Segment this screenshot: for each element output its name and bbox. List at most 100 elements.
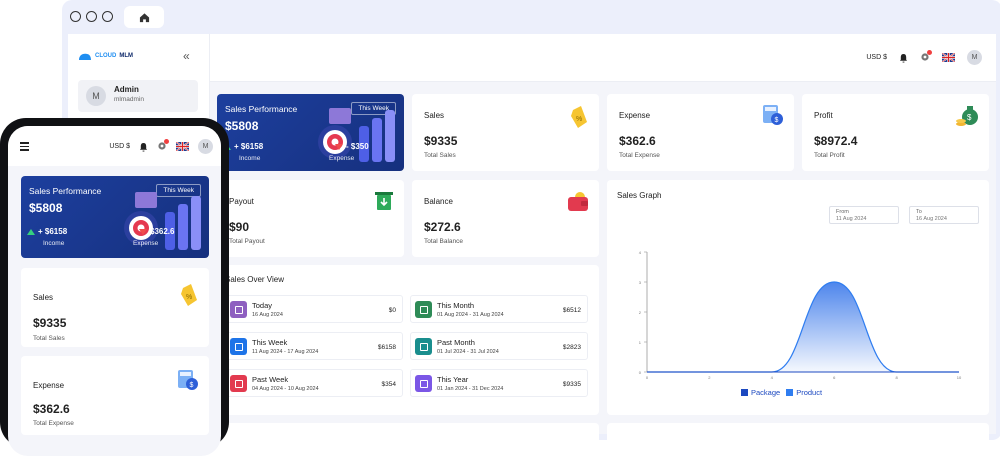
logo-text-mlm: MLM <box>119 53 134 59</box>
window-minimize-dot[interactable] <box>86 11 97 22</box>
phone-expense-sub: Total Expense <box>33 420 74 427</box>
overview-item-name: This Year <box>437 375 469 384</box>
overview-item-date: 01 Aug 2024 - 31 Aug 2024 <box>437 312 504 318</box>
overview-item-date: 01 Jul 2024 - 31 Jul 2024 <box>437 349 499 355</box>
window-maximize-dot[interactable] <box>102 11 113 22</box>
window-close-dot[interactable] <box>70 11 81 22</box>
phone-mockup: USD $ M Sales Performance $5808 This Wee… <box>0 118 229 456</box>
payout-card: Payout $90 Total Payout <box>217 180 404 257</box>
x-tick-label: 0 <box>646 375 649 380</box>
overview-item-date: 16 Aug 2024 <box>252 312 283 318</box>
phone-sales-title: Sales <box>33 293 54 302</box>
price-tag-icon: % <box>181 284 197 306</box>
admin-profile[interactable]: M Admin mlmadmin <box>78 80 198 112</box>
home-tab[interactable] <box>124 6 164 28</box>
price-tag-icon: % <box>571 106 587 128</box>
expense-label: Expense <box>329 155 355 162</box>
phone-sales-performance-card: Sales Performance $5808 This Week + $615… <box>21 176 209 258</box>
phone-income-value: + $6158 <box>27 227 67 236</box>
bell-icon[interactable] <box>139 142 148 152</box>
svg-text:$: $ <box>775 117 779 124</box>
phone-expense-value: $362.6 <box>33 402 70 416</box>
y-tick-label: 1 <box>639 340 642 345</box>
sales-title: Sales <box>424 111 445 120</box>
app-logo[interactable]: CLOUD MLM <box>78 52 133 60</box>
balance-value: $272.6 <box>424 220 461 234</box>
overview-item-date: 01 Jan 2024 - 31 Dec 2024 <box>437 386 504 392</box>
phone-screen: USD $ M Sales Performance $5808 This Wee… <box>8 126 221 456</box>
perf-title: Sales Performance <box>225 104 298 114</box>
sales-card: Sales $9335 Total Sales % <box>412 94 599 171</box>
overview-item-amount: $9335 <box>562 381 581 388</box>
y-tick-label: 3 <box>639 280 642 285</box>
uk-flag-icon[interactable] <box>176 142 189 151</box>
calendar-icon <box>230 338 247 355</box>
phone-currency-selector[interactable]: USD $ <box>109 143 130 150</box>
profit-sub: Total Profit <box>814 152 845 159</box>
overview-item-name: Past Month <box>437 338 475 347</box>
legend-package[interactable]: Package <box>741 388 780 397</box>
expense-card: Expense $362.6 Total Expense $ <box>607 94 794 171</box>
phone-user-avatar[interactable]: M <box>198 139 213 154</box>
expense-sub: Total Expense <box>619 152 660 159</box>
calendar-icon <box>230 301 247 318</box>
legend-product-swatch <box>786 389 794 396</box>
settings-button[interactable] <box>920 49 932 64</box>
x-tick-label: 8 <box>895 375 898 380</box>
overview-item-amount: $6158 <box>377 344 396 351</box>
overview-item[interactable]: Past Week 04 Aug 2024 - 10 Aug 2024 $354 <box>225 369 403 397</box>
calendar-icon <box>415 338 432 355</box>
overview-item-name: This Week <box>252 338 288 347</box>
overview-item-date: 11 Aug 2024 - 17 Aug 2024 <box>252 349 319 355</box>
currency-selector[interactable]: USD $ <box>866 54 887 61</box>
menu-icon[interactable] <box>20 142 29 153</box>
phone-expense-card: Expense $362.6 Total Expense $ <box>21 356 209 435</box>
admin-username: mlmadmin <box>114 96 144 103</box>
income-label: Income <box>239 155 261 162</box>
admin-name: Admin <box>114 85 139 94</box>
sales-value: $9335 <box>424 134 458 148</box>
window-controls <box>70 11 113 22</box>
notification-dot <box>927 49 932 55</box>
sales-graph-chart: 0 1 2 3 4 0 2 4 6 8 10 <box>639 250 962 380</box>
avatar: M <box>86 86 106 106</box>
phone-expense-value: $362.6 <box>139 227 174 236</box>
calculator-icon: $ <box>178 370 198 390</box>
arrow-down-icon <box>139 228 147 235</box>
profit-title: Profit <box>814 111 833 120</box>
calculator-icon: $ <box>763 105 783 125</box>
bottom-card-right <box>607 423 989 440</box>
money-bag-icon: $ <box>956 106 978 126</box>
svg-text:$: $ <box>190 382 194 389</box>
overview-item[interactable]: This Year 01 Jan 2024 - 31 Dec 2024 $9335 <box>410 369 588 397</box>
home-icon <box>139 12 149 22</box>
bottom-card-left <box>217 423 599 440</box>
overview-item[interactable]: This Month 01 Aug 2024 - 31 Aug 2024 $6512 <box>410 295 588 323</box>
calendar-icon <box>415 375 432 392</box>
svg-text:%: % <box>186 294 192 301</box>
overview-item[interactable]: Past Month 01 Jul 2024 - 31 Jul 2024 $2823 <box>410 332 588 360</box>
overview-item[interactable]: This Week 11 Aug 2024 - 17 Aug 2024 $6158 <box>225 332 403 360</box>
phone-perf-title: Sales Performance <box>29 186 102 196</box>
uk-flag-icon[interactable] <box>942 53 955 62</box>
svg-text:%: % <box>576 116 582 123</box>
balance-card: Balance $272.6 Total Balance <box>412 180 599 257</box>
overview-item[interactable]: Today 16 Aug 2024 $0 <box>225 295 403 323</box>
chart-legend: Package Product <box>741 388 822 397</box>
collapse-sidebar-icon[interactable]: « <box>183 49 190 63</box>
overview-item-name: Past Week <box>252 375 289 384</box>
calendar-icon <box>230 375 247 392</box>
overview-item-name: This Month <box>437 301 475 310</box>
bell-icon[interactable] <box>899 53 908 63</box>
phone-sales-card: Sales $9335 Total Sales % <box>21 268 209 347</box>
phone-settings-button[interactable] <box>157 138 169 153</box>
overview-item-name: Today <box>252 301 273 310</box>
phone-top-bar: USD $ M <box>8 126 221 166</box>
sales-performance-card: Sales Performance $5808 This Week + $615… <box>217 94 404 171</box>
legend-product[interactable]: Product <box>786 388 822 397</box>
y-tick-label: 2 <box>639 310 642 315</box>
user-avatar[interactable]: M <box>967 50 982 65</box>
payout-title: Payout <box>229 197 254 206</box>
arrow-down-icon <box>335 143 343 150</box>
logo-text-cloud: CLOUD <box>95 53 117 59</box>
